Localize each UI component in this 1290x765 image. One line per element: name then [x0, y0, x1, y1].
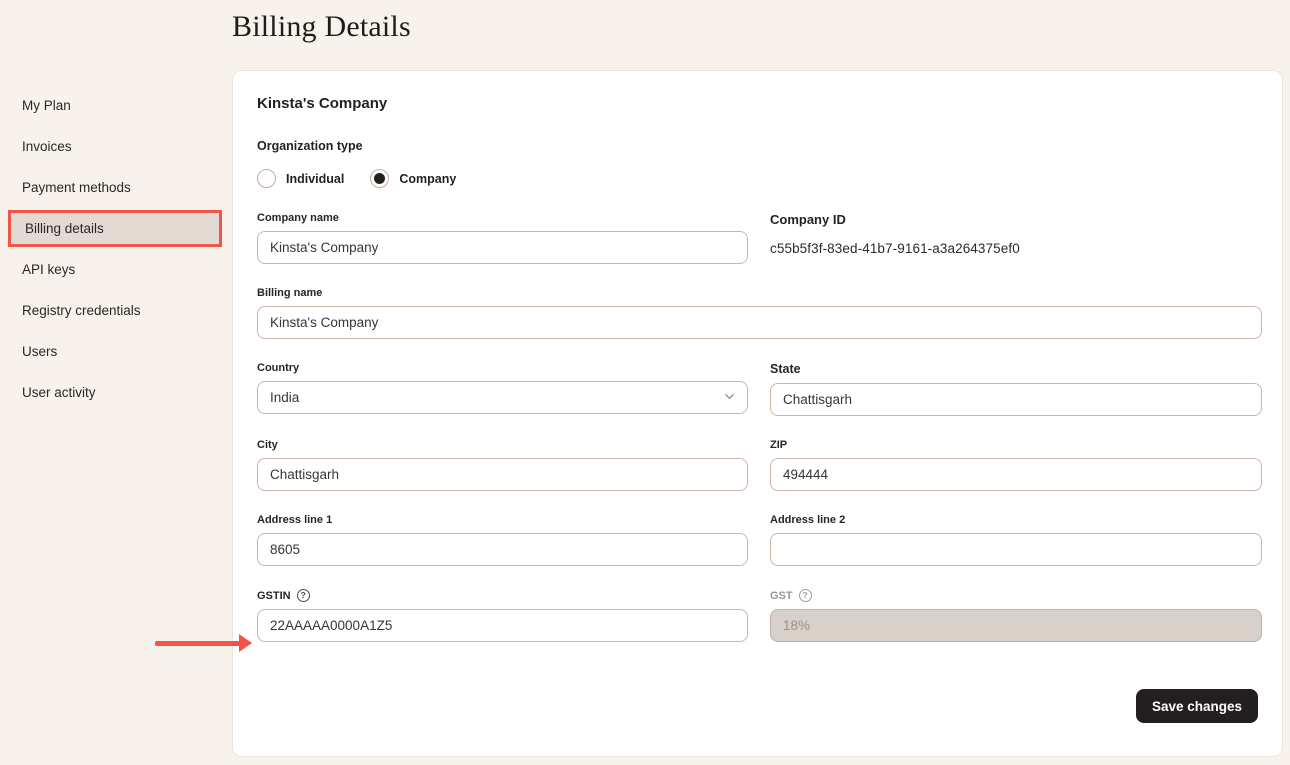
sidebar-item-billing-details[interactable]: Billing details [8, 210, 222, 247]
zip-input[interactable] [770, 458, 1262, 491]
sidebar-item-user-activity[interactable]: User activity [0, 372, 232, 413]
gstin-input[interactable] [257, 609, 748, 642]
sidebar-item-users[interactable]: Users [0, 331, 232, 372]
company-name-input[interactable] [257, 231, 748, 264]
company-id-label: Company ID [770, 212, 1262, 227]
sidebar-item-payment-methods[interactable]: Payment methods [0, 167, 232, 208]
radio-company-circle[interactable] [370, 169, 389, 188]
zip-label: ZIP [770, 439, 1262, 451]
address-line-1-label: Address line 1 [257, 514, 748, 526]
city-input[interactable] [257, 458, 748, 491]
radio-individual[interactable]: Individual [257, 169, 344, 188]
billing-name-field: Billing name [257, 287, 1262, 339]
radio-individual-label: Individual [286, 172, 344, 186]
billing-name-input[interactable] [257, 306, 1262, 339]
radio-company-label: Company [399, 172, 456, 186]
address-line-1-field: Address line 1 [257, 514, 748, 566]
sidebar-item-registry-credentials[interactable]: Registry credentials [0, 290, 232, 331]
address-line-2-label: Address line 2 [770, 514, 1262, 526]
country-select[interactable] [257, 381, 748, 414]
organization-type-radio-group: Individual Company [257, 169, 1258, 188]
state-label: State [770, 362, 1262, 376]
company-name-label: Company name [257, 212, 748, 224]
billing-name-label: Billing name [257, 287, 1262, 299]
save-changes-button[interactable]: Save changes [1136, 689, 1258, 723]
sidebar-item-invoices[interactable]: Invoices [0, 126, 232, 167]
gst-label: GST ? [770, 589, 1262, 602]
address-line-1-input[interactable] [257, 533, 748, 566]
company-name-field: Company name [257, 212, 748, 264]
address-line-2-field: Address line 2 [770, 514, 1262, 566]
company-heading: Kinsta's Company [257, 95, 1258, 112]
country-field: Country [257, 362, 748, 416]
company-id-value: c55b5f3f-83ed-41b7-9161-a3a264375ef0 [770, 241, 1262, 256]
city-field: City [257, 439, 748, 491]
city-label: City [257, 439, 748, 451]
gstin-field: GSTIN ? [257, 589, 748, 642]
gst-help-icon[interactable]: ? [799, 589, 812, 602]
gst-input [770, 609, 1262, 642]
state-input[interactable] [770, 383, 1262, 416]
address-line-2-input[interactable] [770, 533, 1262, 566]
billing-sidebar: My Plan Invoices Payment methods Billing… [0, 0, 232, 765]
country-label: Country [257, 362, 748, 374]
gstin-label: GSTIN ? [257, 589, 748, 602]
radio-company[interactable]: Company [370, 169, 456, 188]
card-footer: Save changes [257, 689, 1258, 723]
zip-field: ZIP [770, 439, 1262, 491]
organization-type-label: Organization type [257, 139, 1258, 153]
radio-individual-circle[interactable] [257, 169, 276, 188]
gstin-help-icon[interactable]: ? [297, 589, 310, 602]
sidebar-item-my-plan[interactable]: My Plan [0, 85, 232, 126]
billing-form: Company name Company ID c55b5f3f-83ed-41… [257, 212, 1258, 665]
gst-label-text: GST [770, 590, 793, 602]
sidebar-item-api-keys[interactable]: API keys [0, 249, 232, 290]
state-field: State [770, 362, 1262, 416]
gstin-label-text: GSTIN [257, 590, 291, 602]
page-title: Billing Details [232, 10, 411, 44]
company-id-field: Company ID c55b5f3f-83ed-41b7-9161-a3a26… [770, 212, 1262, 264]
gst-field: GST ? [770, 589, 1262, 642]
billing-details-card: Kinsta's Company Organization type Indiv… [232, 70, 1283, 757]
